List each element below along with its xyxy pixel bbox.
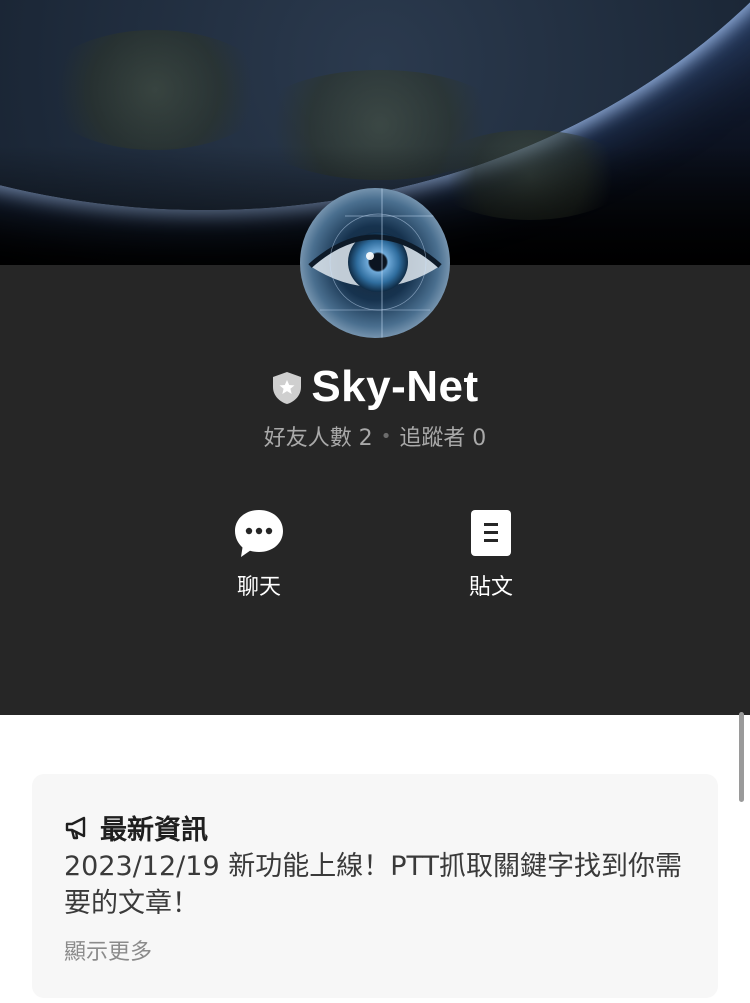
show-more-link[interactable]: 顯示更多 [64,934,152,966]
document-icon [471,510,511,556]
profile-name-row: Sky-Net [0,360,750,414]
post-label: 貼文 [468,575,513,600]
chat-label: 聊天 [236,575,281,600]
friends-count[interactable]: 好友人數 2 [264,420,373,452]
chat-bubble-icon [235,510,283,557]
stat-separator: • [380,425,392,447]
shield-star-icon [273,372,302,404]
profile-stats: 好友人數 2 • 追蹤者 0 [0,420,750,452]
avatar[interactable] [300,188,450,338]
news-header: 最新資訊 [64,808,208,847]
news-card[interactable]: 最新資訊 2023/12/19 新功能上線！PTT抓取關鍵字找到你需要的文章！ … [32,774,718,998]
scrollbar[interactable] [739,712,744,802]
profile-name: Sky-Net [311,362,479,411]
news-body: 2023/12/19 新功能上線！PTT抓取關鍵字找到你需要的文章！ [64,851,682,919]
news-title: 最新資訊 [100,815,208,846]
chat-button[interactable]: 聊天 [199,507,319,607]
post-button[interactable]: 貼文 [431,507,551,607]
followers-count[interactable]: 追蹤者 0 [399,420,486,452]
megaphone-icon [65,816,86,839]
eye-graphic [308,188,442,338]
